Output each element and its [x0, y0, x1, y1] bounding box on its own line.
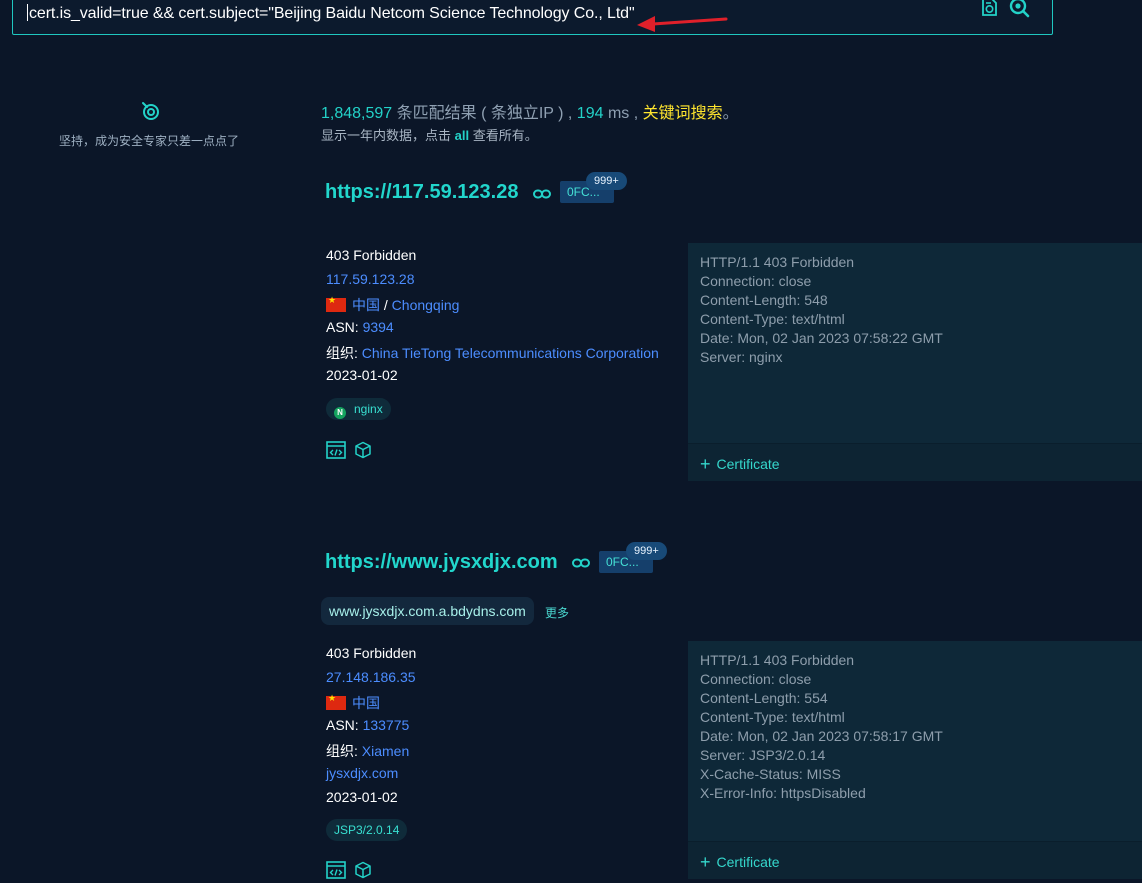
country-link[interactable]: 中国 [352, 695, 380, 711]
certificate-toggle[interactable]: + Certificate [700, 454, 780, 475]
tech-tag[interactable]: Nnginx [326, 398, 391, 420]
china-flag-icon [326, 295, 346, 312]
asn-link[interactable]: 133775 [363, 717, 410, 733]
china-flag-icon [326, 693, 346, 710]
more-link[interactable]: 更多 [545, 604, 569, 621]
ip-link[interactable]: 117.59.123.28 [326, 271, 415, 287]
city-link[interactable]: Chongqing [392, 297, 460, 313]
page-title: 403 Forbidden [326, 247, 417, 263]
location: 中国 / Chongqing [326, 295, 459, 315]
asn-line: ASN: 9394 [326, 319, 394, 335]
org-link[interactable]: China TieTong Telecommunications Corpora… [362, 345, 659, 361]
result-url[interactable]: https://117.59.123.28 [325, 181, 518, 204]
http-headers: HTTP/1.1 403 Forbidden Connection: close… [700, 254, 943, 365]
certificate-toggle[interactable]: + Certificate [700, 852, 780, 873]
certificate-bar[interactable]: + Certificate [688, 443, 1142, 481]
code-icon[interactable] [326, 861, 346, 879]
country-link[interactable]: 中国 [352, 297, 380, 313]
result-summary: 1,848,597 条匹配结果 ( 条独立IP ) , 194 ms , 关键词… [321, 105, 739, 122]
code-icon[interactable] [326, 441, 346, 459]
date: 2023-01-02 [326, 789, 398, 805]
ip-link[interactable]: 27.148.186.35 [326, 669, 416, 685]
header-panel: HTTP/1.1 403 Forbidden Connection: close… [688, 243, 1142, 481]
domain-link[interactable]: jysxdjx.com [326, 765, 398, 781]
domain-chip[interactable]: www.jysxdjx.com.a.bdydns.com [321, 597, 534, 625]
page-title: 403 Forbidden [326, 645, 417, 661]
plus-icon: + [700, 454, 711, 474]
tech-tag[interactable]: JSP3/2.0.14 [326, 819, 408, 841]
plus-icon: + [700, 852, 711, 872]
asn-line: ASN: 133775 [326, 717, 410, 733]
keyword-search-link[interactable]: 关键词搜索 [643, 105, 723, 122]
link-icon[interactable] [572, 558, 590, 568]
count-badge: 999+ [626, 542, 667, 560]
org-line: 组织: China TieTong Telecommunications Cor… [326, 345, 659, 361]
all-link[interactable]: all [455, 128, 469, 143]
query-time: 194 [576, 105, 604, 122]
certificate-bar[interactable]: + Certificate [688, 841, 1142, 879]
red-arrow-annotation [637, 16, 728, 32]
count-badge: 999+ [586, 172, 627, 190]
cube-icon[interactable] [353, 441, 373, 459]
target-icon [142, 102, 159, 120]
org-line: 组织: Xiamen [326, 743, 410, 759]
header-panel: HTTP/1.1 403 Forbidden Connection: close… [688, 641, 1142, 879]
nginx-icon: N [334, 407, 346, 419]
result-url[interactable]: https://www.jysxdjx.com [325, 551, 558, 574]
search-bar[interactable]: cert.is_valid=true && cert.subject="Beij… [12, 0, 1053, 35]
location: 中国 [326, 693, 380, 713]
date: 2023-01-02 [326, 367, 398, 383]
slogan: 坚持，成为安全专家只差一点点了 [58, 134, 239, 148]
result-count: 1,848,597 [321, 105, 393, 122]
org-link[interactable]: Xiamen [362, 743, 409, 759]
search-input[interactable]: cert.is_valid=true && cert.subject="Beij… [27, 4, 635, 23]
http-headers: HTTP/1.1 403 Forbidden Connection: close… [700, 652, 943, 801]
asn-link[interactable]: 9394 [363, 319, 394, 335]
link-icon[interactable] [533, 189, 551, 199]
summary-subtext: 显示一年内数据，点击 all 查看所有。 [321, 128, 538, 143]
search-actions [978, 0, 1030, 18]
cube-icon[interactable] [353, 861, 373, 879]
search-icon[interactable] [1008, 0, 1030, 18]
cert-search-icon[interactable] [978, 0, 1000, 18]
